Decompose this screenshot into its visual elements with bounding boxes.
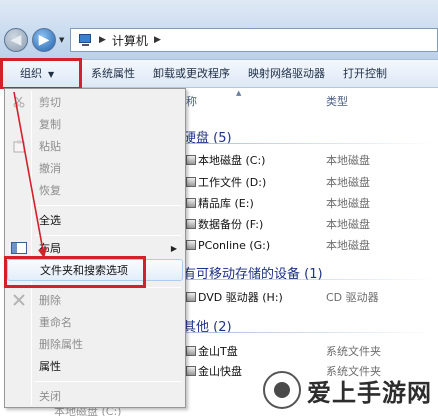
watermark: 爱上手游网 <box>263 368 432 412</box>
sort-arrow-icon: ▲ <box>236 89 242 97</box>
drive-type: 本地磁盘 <box>326 197 370 210</box>
forward-arrow-icon: ▶ <box>38 32 50 48</box>
menu-item-redo[interactable]: 恢复 <box>7 179 183 201</box>
drive-icon <box>186 177 196 187</box>
clipboard-icon <box>11 139 27 153</box>
drive-type: CD 驱动器 <box>326 291 379 304</box>
watermark-text: 爱上手游网 <box>307 378 432 407</box>
dvd-drive-icon <box>186 292 196 302</box>
drive-name: 工作文件 (D:) <box>198 176 267 189</box>
menu-item-select-all[interactable]: 全选 <box>7 209 183 231</box>
breadcrumb-separator-icon[interactable]: ▶ <box>154 35 161 45</box>
drive-icon <box>186 155 196 165</box>
item-type: 系统文件夹 <box>326 345 381 358</box>
submenu-arrow-icon: ▶ <box>170 243 177 253</box>
drive-icon <box>186 219 196 229</box>
drive-type: 本地磁盘 <box>326 154 370 167</box>
drive-row[interactable]: DVD 驱动器 (H:) CD 驱动器 <box>186 288 438 306</box>
drive-type: 本地磁盘 <box>326 176 370 189</box>
drive-row[interactable]: 本地磁盘 (C:) 本地磁盘 <box>186 151 438 169</box>
drive-row[interactable]: PConline (G:) 本地磁盘 <box>186 236 438 254</box>
drive-row[interactable]: 精品库 (E:) 本地磁盘 <box>186 194 438 212</box>
item-name: 金山T盘 <box>198 345 238 358</box>
drive-icon <box>186 240 196 250</box>
menu-item-undo[interactable]: 撤消 <box>7 157 183 179</box>
drive-name: 数据备份 (F:) <box>198 218 264 231</box>
drive-name: DVD 驱动器 (H:) <box>198 291 283 304</box>
annotation-highlight-folder-options <box>4 256 146 288</box>
menu-item-rename[interactable]: 重命名 <box>7 311 183 333</box>
drive-type: 本地磁盘 <box>326 239 370 252</box>
back-button[interactable]: ◀ <box>4 28 28 52</box>
menu-item-remove-properties[interactable]: 删除属性 <box>7 333 183 355</box>
folder-icon <box>186 346 196 356</box>
drive-icon <box>186 198 196 208</box>
open-control-panel-button[interactable]: 打开控制 <box>334 60 396 88</box>
forward-button[interactable]: ▶ <box>32 28 56 52</box>
drive-type: 本地磁盘 <box>326 218 370 231</box>
folder-icon <box>186 366 196 376</box>
delete-x-icon <box>11 293 27 307</box>
menu-item-paste[interactable]: 粘贴 <box>7 135 183 157</box>
address-box[interactable]: ▶ 计算机 ▶ <box>70 28 438 52</box>
layout-icon <box>11 241 27 255</box>
menu-item-copy[interactable]: 复制 <box>7 113 183 135</box>
computer-icon <box>77 33 93 47</box>
annotation-highlight-organize <box>0 58 82 90</box>
menu-item-cut[interactable]: 剪切 <box>7 91 183 113</box>
drive-row[interactable]: 数据备份 (F:) 本地磁盘 <box>186 215 438 233</box>
back-arrow-icon: ◀ <box>10 32 22 48</box>
uninstall-program-button[interactable]: 卸载或更改程序 <box>144 60 239 88</box>
watermark-logo-icon <box>263 371 301 409</box>
breadcrumb-computer[interactable]: 计算机 <box>112 32 148 49</box>
drive-name: 精品库 (E:) <box>198 197 254 210</box>
breadcrumb-separator-icon[interactable]: ▶ <box>99 35 106 45</box>
menu-item-properties[interactable]: 属性 <box>7 355 183 377</box>
drive-row[interactable]: 工作文件 (D:) 本地磁盘 <box>186 173 438 191</box>
map-network-drive-button[interactable]: 映射网络驱动器 <box>239 60 334 88</box>
column-header-type[interactable]: 类型 <box>326 93 348 109</box>
organize-menu: 剪切 复制 粘贴 撤消 恢复 全选 布局 ▶ 文件夹和搜索选项 删除 重命名 删… <box>4 88 186 408</box>
menu-item-delete[interactable]: 删除 <box>7 289 183 311</box>
column-header-name[interactable]: 称 <box>186 93 197 109</box>
menu-item-close[interactable]: 关闭 <box>7 385 183 407</box>
recent-pages-dropdown-icon[interactable]: ▼ <box>59 36 64 44</box>
drive-name: PConline (G:) <box>198 238 271 252</box>
drive-name: 本地磁盘 (C:) <box>198 154 266 167</box>
other-item-row[interactable]: 金山T盘 系统文件夹 <box>186 342 438 360</box>
address-bar-area: ◀ ▶ ▼ ▶ 计算机 ▶ <box>0 0 438 60</box>
scissors-icon <box>11 95 27 109</box>
system-properties-button[interactable]: 系统属性 <box>82 60 144 88</box>
